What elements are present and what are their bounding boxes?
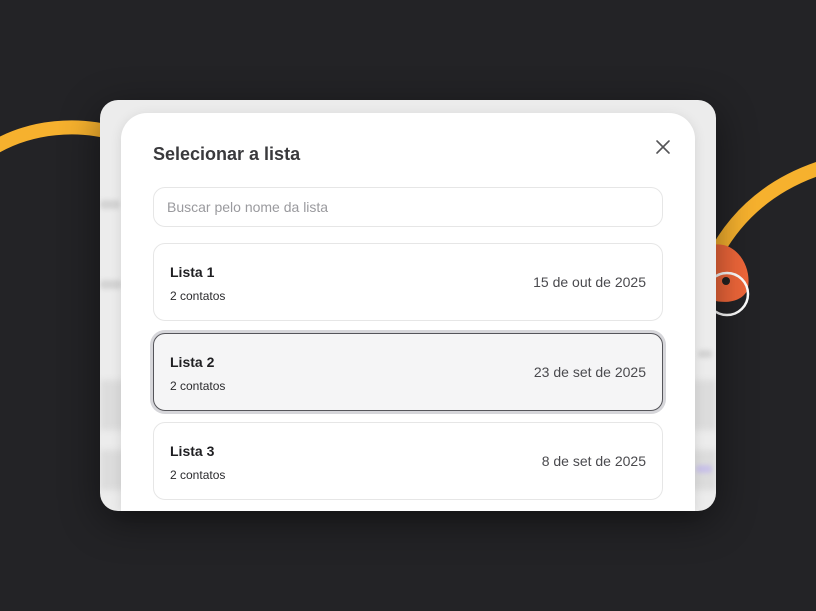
dark-dot <box>722 277 730 285</box>
list-item[interactable]: Lista 3 2 contatos 8 de set de 2025 <box>153 422 663 500</box>
list-date: 23 de set de 2025 <box>533 364 646 380</box>
list-item[interactable]: Lista 1 2 contatos 15 de out de 2025 <box>153 243 663 321</box>
list-name: Lista 3 <box>170 443 215 459</box>
list-contact-count: 2 contatos <box>170 468 226 482</box>
background-ghost-text <box>100 280 122 289</box>
background-ghost-text <box>696 465 712 473</box>
list-date: 8 de set de 2025 <box>541 453 646 469</box>
list-date: 15 de out de 2025 <box>533 274 646 290</box>
modal-title: Selecionar a lista <box>153 144 301 164</box>
list-name: Lista 1 <box>170 264 215 280</box>
background-ghost-text <box>100 200 120 209</box>
list-contact-count: 2 contatos <box>170 379 226 393</box>
list-item-selected[interactable]: Lista 2 2 contatos 23 de set de 2025 <box>153 333 663 411</box>
list-contact-count: 2 contatos <box>170 289 226 303</box>
search-input[interactable] <box>153 187 663 227</box>
list-name: Lista 2 <box>170 354 215 370</box>
close-icon <box>656 140 670 154</box>
select-list-modal: Selecionar a lista Lista 1 2 contatos 15… <box>121 113 695 511</box>
background-ghost-text <box>698 350 712 358</box>
close-button[interactable] <box>651 135 675 159</box>
